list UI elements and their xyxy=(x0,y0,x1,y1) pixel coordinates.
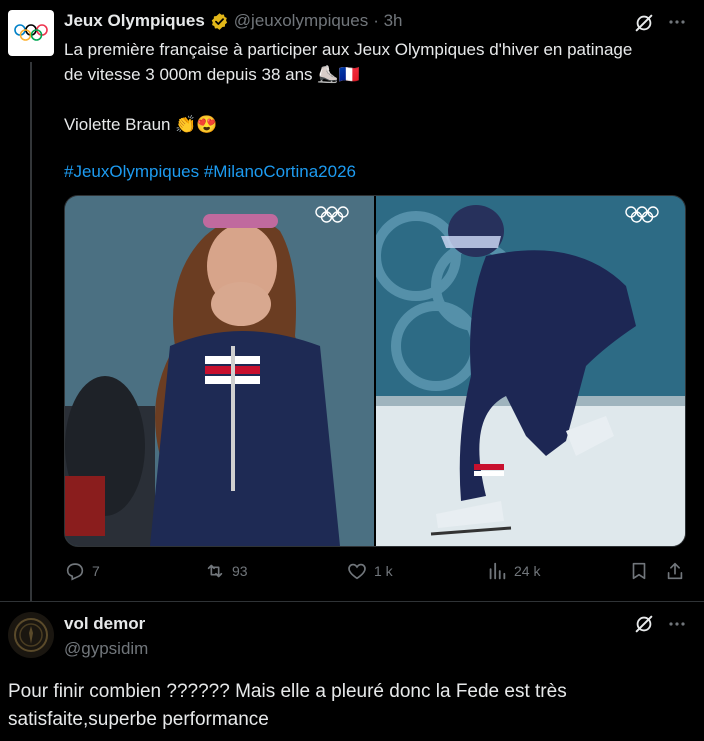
reply-author-name[interactable]: vol demor xyxy=(64,614,145,634)
tweet-text-line-2: de vitesse 3 000m depuis 38 ans ⛸️🇫🇷 xyxy=(64,65,360,84)
author-avatar[interactable] xyxy=(8,10,54,56)
reply-more-options-icon[interactable] xyxy=(667,614,687,639)
heart-icon xyxy=(348,563,366,580)
olympic-rings-logo xyxy=(14,24,48,41)
author-name[interactable]: Jeux Olympiques xyxy=(64,11,205,31)
bookmark-icon xyxy=(632,562,646,580)
reply-text-line-2: satisfaite,superbe performance xyxy=(8,709,269,730)
verified-badge-icon xyxy=(211,12,227,30)
more-options-icon[interactable] xyxy=(667,12,687,37)
like-button[interactable]: 1 k xyxy=(346,560,393,582)
reply-author-handle[interactable]: @gypsidim xyxy=(64,639,148,659)
reply-avatar[interactable] xyxy=(8,612,54,658)
tweet-hashtags[interactable]: #JeuxOlympiques #MilanoCortina2026 xyxy=(64,159,684,184)
reply-text: Pour finir combien ?????? Mais elle a pl… xyxy=(8,678,698,734)
reply-button[interactable]: 7 xyxy=(64,560,100,582)
grok-icon[interactable] xyxy=(633,12,655,39)
repost-icon xyxy=(207,564,223,578)
tweet-text-line-3: Violette Braun 👏😍 xyxy=(64,115,218,134)
reply-text-line-1: Pour finir combien ?????? Mais elle a pl… xyxy=(8,681,567,702)
tweet-actions: 7 93 1 k 24 k xyxy=(64,560,690,586)
views-icon xyxy=(489,562,506,580)
repost-button[interactable]: 93 xyxy=(204,560,248,582)
like-count: 1 k xyxy=(374,563,393,579)
share-icon xyxy=(667,562,683,580)
author-handle[interactable]: @jeuxolympiques xyxy=(234,11,368,31)
thread-line xyxy=(30,62,32,602)
tweet-header: Jeux Olympiques @jeuxolympiques · 3h xyxy=(64,11,403,31)
repost-count: 93 xyxy=(232,563,248,579)
bookmark-button[interactable] xyxy=(628,560,650,582)
reply-grok-icon[interactable] xyxy=(633,613,655,640)
club-crest-icon xyxy=(14,618,48,652)
reply-count: 7 xyxy=(92,563,100,579)
reply-icon xyxy=(66,563,84,581)
photo-racing-skater[interactable] xyxy=(376,196,685,546)
tweet-time[interactable]: · 3h xyxy=(373,11,402,31)
views-button[interactable]: 24 k xyxy=(486,560,540,582)
view-count: 24 k xyxy=(514,563,541,579)
tweet-text: La première française à participer aux J… xyxy=(64,37,684,184)
tweet-media[interactable] xyxy=(64,195,686,547)
tweet-text-line-1: La première française à participer aux J… xyxy=(64,40,633,59)
divider xyxy=(0,601,704,602)
share-button[interactable] xyxy=(664,560,686,582)
photo-crying-skater[interactable] xyxy=(65,196,374,546)
